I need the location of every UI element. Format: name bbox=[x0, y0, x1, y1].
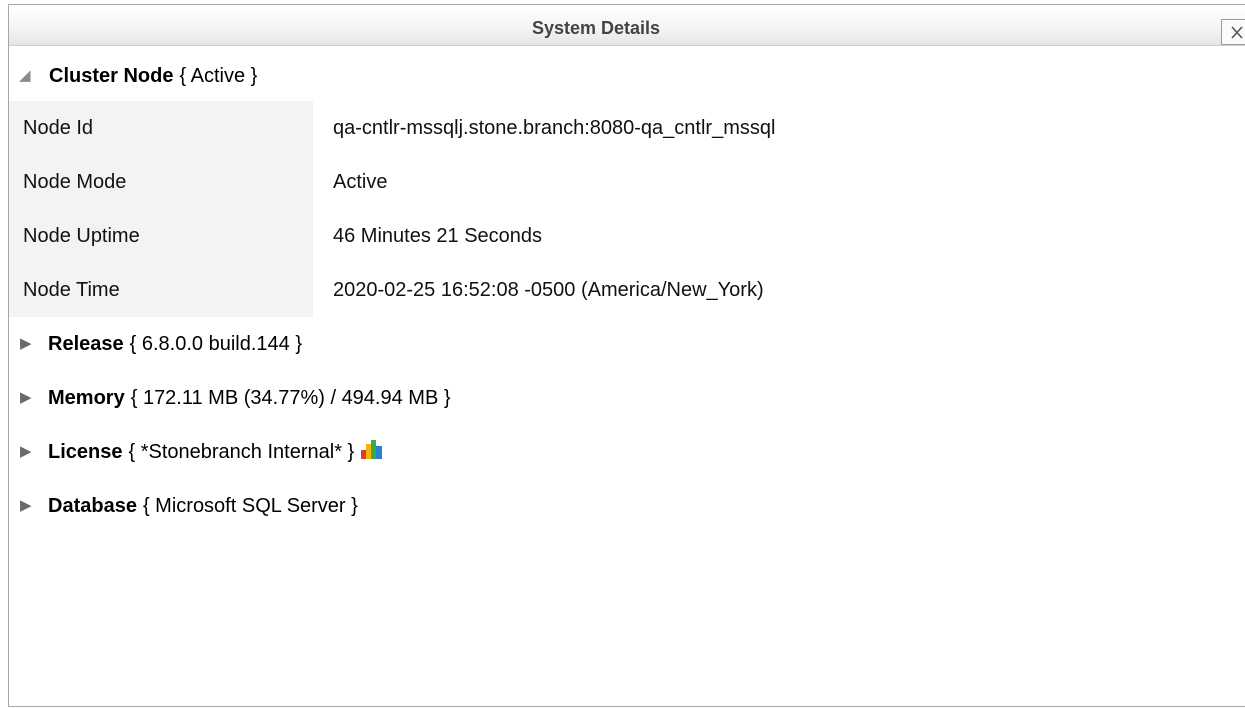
section-title: Cluster Node bbox=[49, 64, 174, 87]
bar-green bbox=[371, 440, 377, 459]
section-title: Memory bbox=[48, 386, 125, 409]
table-row: Node Uptime 46 Minutes 21 Seconds bbox=[9, 209, 776, 263]
section-title: License bbox=[48, 440, 123, 463]
section-database[interactable]: ▶ Database { Microsoft SQL Server } bbox=[9, 479, 1245, 533]
row-label: Node Mode bbox=[9, 155, 313, 209]
section-summary: { Active } bbox=[179, 64, 258, 87]
section-memory[interactable]: ▶ Memory { 172.11 MB (34.77%) / 494.94 M… bbox=[9, 371, 1245, 425]
row-label: Node Time bbox=[9, 263, 313, 317]
collapsed-arrow-icon[interactable]: ▶ bbox=[20, 442, 42, 462]
table-row: Node Mode Active bbox=[9, 155, 776, 209]
dialog-title: System Details bbox=[531, 18, 661, 38]
section-release[interactable]: ▶ Release { 6.8.0.0 build.144 } bbox=[9, 317, 1245, 371]
collapsed-arrow-icon[interactable]: ▶ bbox=[20, 334, 42, 354]
section-summary: { 6.8.0.0 build.144 } bbox=[129, 332, 302, 355]
collapsed-arrow-icon[interactable]: ▶ bbox=[20, 496, 42, 516]
dialog-content: ◢ Cluster Node { Active } Node Id qa-cnt… bbox=[9, 46, 1245, 533]
close-icon bbox=[1231, 26, 1243, 39]
bar-red bbox=[361, 450, 367, 459]
section-license[interactable]: ▶ License { *Stonebranch Internal* } bbox=[9, 425, 1245, 479]
table-row: Node Id qa-cntlr-mssqlj.stone.branch:808… bbox=[9, 101, 776, 155]
table-row: Node Time 2020-02-25 16:52:08 -0500 (Ame… bbox=[9, 263, 776, 317]
close-button[interactable] bbox=[1221, 19, 1245, 45]
collapsed-arrow-icon[interactable]: ▶ bbox=[20, 388, 42, 408]
row-value: 46 Minutes 21 Seconds bbox=[313, 209, 776, 263]
section-summary: { Microsoft SQL Server } bbox=[142, 494, 358, 517]
section-title: Database bbox=[48, 494, 137, 517]
row-label: Node Uptime bbox=[9, 209, 313, 263]
dialog-titlebar[interactable]: System Details bbox=[9, 5, 1245, 46]
section-summary: { *Stonebranch Internal* } bbox=[128, 440, 355, 463]
cluster-node-details: Node Id qa-cntlr-mssqlj.stone.branch:808… bbox=[9, 101, 776, 317]
row-value: Active bbox=[313, 155, 776, 209]
bar-yellow bbox=[366, 444, 372, 459]
section-summary: { 172.11 MB (34.77%) / 494.94 MB } bbox=[130, 386, 451, 409]
bar-chart-icon[interactable] bbox=[360, 438, 384, 466]
bar-blue bbox=[376, 446, 383, 459]
row-value: qa-cntlr-mssqlj.stone.branch:8080-qa_cnt… bbox=[313, 101, 776, 155]
row-label: Node Id bbox=[9, 101, 313, 155]
system-details-dialog: System Details ◢ Cluster Node { Active }… bbox=[8, 4, 1245, 707]
section-cluster-node[interactable]: ◢ Cluster Node { Active } bbox=[9, 51, 1245, 101]
bar-chart-icon-graphic bbox=[361, 440, 383, 459]
expanded-arrow-icon[interactable]: ◢ bbox=[19, 66, 41, 86]
row-value: 2020-02-25 16:52:08 -0500 (America/New_Y… bbox=[313, 263, 776, 317]
section-title: Release bbox=[48, 332, 124, 355]
